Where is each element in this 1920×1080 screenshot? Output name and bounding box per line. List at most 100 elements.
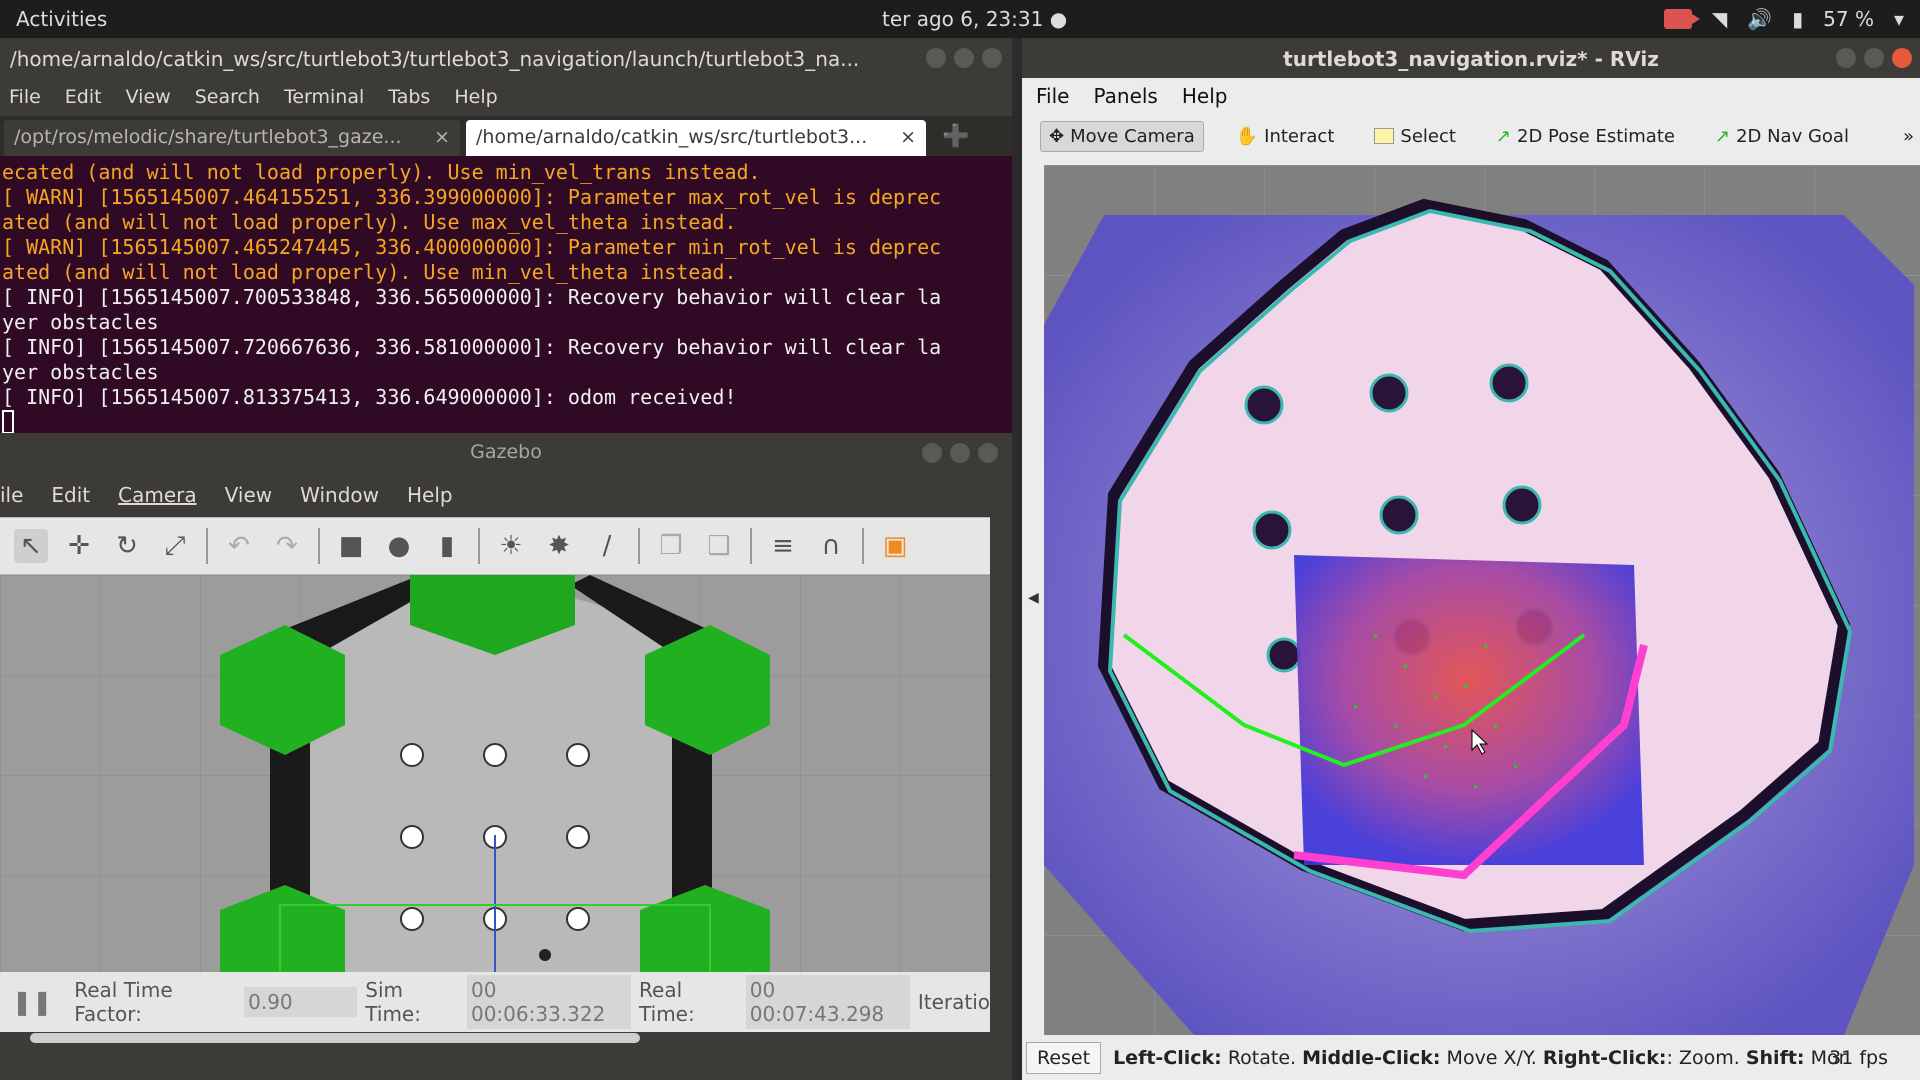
tool-label: Move Camera [1070,125,1195,147]
hint-right-action: : Zoom. [1666,1046,1740,1069]
activities-button[interactable]: Activities [16,7,107,31]
wifi-icon: ◥ [1711,7,1728,31]
maximize-button[interactable] [950,443,970,463]
box-shape-icon[interactable]: ■ [334,529,368,563]
terminal-menu-bar: File Edit View Search Terminal Tabs Help [0,80,1012,116]
menu-edit[interactable]: Edit [51,483,90,517]
paste-icon[interactable]: ❑ [702,529,736,563]
menu-view[interactable]: View [225,483,272,517]
tool-label: Select [1400,125,1456,147]
interact-tool[interactable]: ✋ Interact [1228,122,1343,151]
pause-icon[interactable]: ❚❚ [12,988,52,1016]
nav-goal-tool[interactable]: ↗ 2D Nav Goal [1707,122,1857,151]
menu-panels[interactable]: Panels [1093,84,1157,108]
redo-icon[interactable]: ↷ [270,529,304,563]
view-angle-icon[interactable]: ▣ [878,529,912,563]
select-tool[interactable]: Select [1366,122,1464,151]
screen-record-icon[interactable] [1663,9,1700,29]
reset-button[interactable]: Reset [1026,1041,1102,1074]
system-tray[interactable]: ◥ 🔊 ▮ 57 % ▾ [1663,7,1904,31]
maximize-button[interactable] [954,48,974,68]
terminal-line: [ INFO] [1565145007.720667636, 336.58100… [2,335,942,359]
close-icon[interactable]: × [434,126,450,148]
chevron-down-icon[interactable]: ▾ [1894,7,1904,31]
cylinder-shape-icon[interactable]: ▮ [430,529,464,563]
close-button[interactable] [1892,48,1912,68]
gazebo-scene [0,575,990,972]
hint-middle-action: Move X/Y. [1446,1046,1537,1069]
battery-percent: 57 % [1823,7,1874,31]
menu-search[interactable]: Search [195,86,260,110]
minimize-button[interactable] [926,48,946,68]
rviz-toolbar: ✥ Move Camera ✋ Interact Select ↗ 2D Pos… [1022,114,1920,158]
gazebo-3d-viewport[interactable] [0,575,990,972]
terminal-tab-1[interactable]: /opt/ros/melodic/share/turtlebot3_gaze..… [4,120,460,156]
terminal-window: /home/arnaldo/catkin_ws/src/turtlebot3/t… [0,38,1012,434]
sim-time-value: 00 00:06:33.322 [466,975,632,1029]
copy-icon[interactable]: ❐ [654,529,688,563]
menu-view[interactable]: View [126,86,171,110]
menu-help[interactable]: Help [407,483,453,517]
rviz-title: turtlebot3_navigation.rviz* - RViz [1283,47,1659,71]
menu-window[interactable]: Window [300,483,379,517]
menu-camera[interactable]: Camera [118,483,197,517]
iterations-label: Iteratio [917,990,990,1014]
close-button[interactable] [982,48,1002,68]
translate-icon[interactable]: ✛ [62,529,96,563]
menu-help[interactable]: Help [1182,84,1228,108]
scale-icon[interactable]: ⤢ [158,529,192,563]
hint-middle-key: Middle-Click: [1302,1046,1441,1069]
terminal-tab-2[interactable]: /home/arnaldo/catkin_ws/src/turtlebot3..… [466,120,926,156]
menu-tabs[interactable]: Tabs [388,86,430,110]
clock[interactable]: ter ago 6, 23:31 ● [882,7,1067,31]
menu-file[interactable]: File [1036,84,1069,108]
real-time-value: 00 00:07:43.298 [745,975,910,1029]
sphere-shape-icon[interactable]: ● [382,529,416,563]
pose-estimate-tool[interactable]: ↗ 2D Pose Estimate [1488,122,1683,151]
gazebo-title-bar[interactable]: Gazebo [0,433,1012,473]
horizontal-scrollbar[interactable] [30,1033,640,1043]
toolbar-overflow-icon[interactable]: » [1903,126,1914,147]
minimize-button[interactable] [922,443,942,463]
menu-help[interactable]: Help [454,86,497,110]
terminal-title-bar[interactable]: /home/arnaldo/catkin_ws/src/turtlebot3/t… [0,38,1012,80]
terminal-line: [ WARN] [1565145007.465247445, 336.40000… [2,235,942,259]
rviz-title-bar[interactable]: turtlebot3_navigation.rviz* - RViz [1022,38,1920,78]
real-time-label: Real Time: [639,978,695,1026]
move-camera-tool[interactable]: ✥ Move Camera [1040,120,1204,152]
hint-shift-key: Shift: [1745,1046,1805,1069]
hint-left-key: Left-Click: [1113,1046,1222,1069]
maximize-button[interactable] [1864,48,1884,68]
directional-light-icon[interactable]: ∕ [590,529,624,563]
menu-file[interactable]: File [9,86,41,110]
spot-light-icon[interactable]: ✸ [542,529,576,563]
gazebo-status-bar: ❚❚ Real Time Factor: 0.90 Sim Time: 00 0… [0,972,990,1032]
new-tab-icon[interactable]: ➕ [932,120,979,156]
tab-label: /home/arnaldo/catkin_ws/src/turtlebot3..… [476,126,868,148]
rviz-status-bar: Reset Left-Click: Rotate. Middle-Click: … [1022,1035,1920,1080]
rotate-icon[interactable]: ↻ [110,529,144,563]
rtf-value: 0.90 [244,987,358,1017]
menu-edit[interactable]: Edit [65,86,102,110]
toolbar-separator [206,528,208,564]
volume-icon: 🔊 [1747,7,1773,31]
left-panel-toggle-icon[interactable]: ◀ [1028,590,1039,606]
align-icon[interactable]: ≡ [766,529,800,563]
terminal-cursor [2,410,14,434]
close-icon[interactable]: × [900,126,916,148]
undo-icon[interactable]: ↶ [222,529,256,563]
menu-terminal[interactable]: Terminal [284,86,364,110]
select-arrow-icon[interactable]: ↖ [14,529,48,563]
tool-label: 2D Pose Estimate [1517,125,1675,147]
snap-icon[interactable]: ∩ [814,529,848,563]
green-arrow-icon: ↗ [1714,125,1731,147]
point-light-icon[interactable]: ☀ [494,529,528,563]
rviz-3d-viewport[interactable] [1044,165,1920,1035]
terminal-output[interactable]: ecated (and will not load properly). Use… [0,156,1012,444]
terminal-line: yer obstacles [2,310,159,334]
gazebo-title: Gazebo [470,441,542,463]
menu-file[interactable]: ile [0,483,23,517]
minimize-button[interactable] [1836,48,1856,68]
close-button[interactable] [978,443,998,463]
terminal-title: /home/arnaldo/catkin_ws/src/turtlebot3/t… [10,47,860,71]
